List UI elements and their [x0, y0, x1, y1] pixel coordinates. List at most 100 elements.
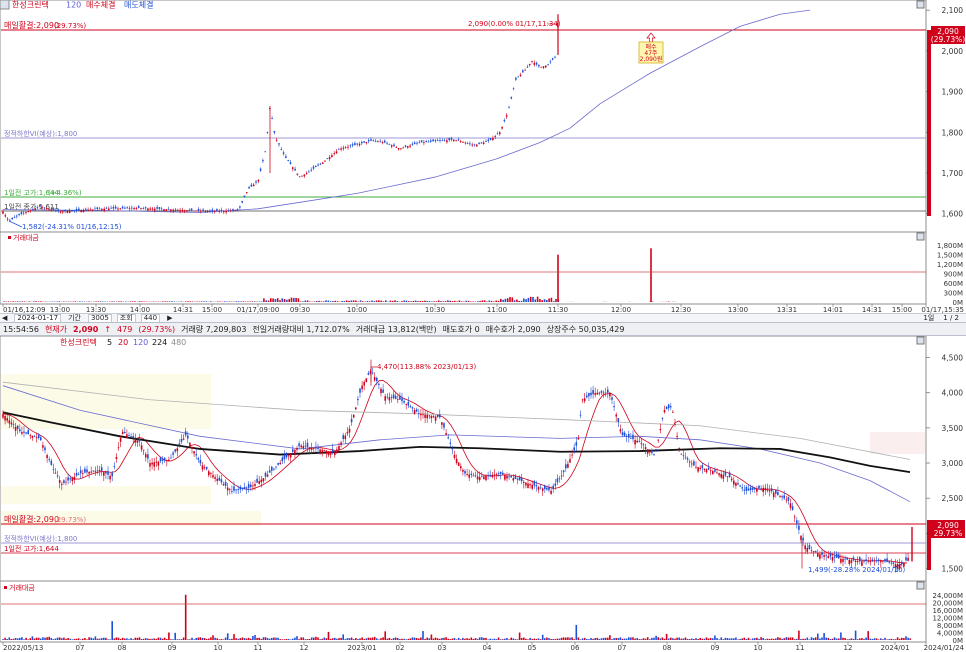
daily-volume-bar: [686, 638, 689, 640]
daily-volume-bar: [747, 637, 750, 640]
intraday-candle: [114, 206, 117, 209]
daily-candle: [226, 487, 229, 491]
daily-volume-bar: [907, 637, 909, 640]
daily-volume-bar: [447, 638, 449, 640]
daily-candle: [317, 447, 319, 449]
daily-volume-bar: [491, 639, 494, 640]
quote-time: 15:54:56: [3, 324, 39, 334]
panel-maximize-icon[interactable]: [916, 0, 925, 9]
daily-volume-bar: [814, 637, 817, 640]
daily-candle: [306, 442, 309, 447]
daily-candle: [733, 480, 735, 485]
daily-candle: [884, 559, 886, 562]
daily-volume-bar: [842, 637, 844, 640]
intraday-candle: [229, 210, 232, 212]
daily-candle: [823, 555, 825, 557]
intraday-candle: [347, 146, 349, 148]
daily-candle: [359, 388, 361, 393]
daily-volume-bar: [468, 638, 470, 640]
daily-volume-bar: [212, 635, 214, 640]
daily-volume-bar: [840, 632, 842, 640]
daily-volume-bar: [636, 637, 638, 640]
daily-candle: [525, 482, 527, 486]
daily-candle: [754, 487, 756, 490]
daily-candle: [10, 422, 13, 425]
daily-volume-bar: [474, 638, 477, 640]
daily-candle: [695, 466, 697, 468]
daily-candle: [94, 470, 97, 472]
daily-candle: [714, 469, 716, 472]
daily-candle: [134, 439, 137, 443]
daily-volume-bar: [609, 635, 611, 640]
daily-volume-bar: [27, 639, 29, 640]
daily-volume-bar: [296, 636, 298, 640]
daily-candle: [594, 393, 596, 395]
daily-candle: [90, 471, 92, 473]
volume-panel-maximize-icon[interactable]: [916, 232, 925, 241]
daily-volume-bar: [785, 637, 788, 640]
intraday-candle: [434, 140, 437, 142]
daily-volume-bar: [600, 638, 603, 640]
intraday-volume-bar: [516, 299, 518, 302]
intraday-volume-bar: [79, 301, 81, 302]
daily-volume-bar: [554, 639, 557, 640]
daily-volume-bar: [544, 638, 546, 640]
daily-chart[interactable]: 한성크린텍 5 20 120 224 480 매일활결:2,090 (29.73…: [0, 336, 966, 652]
daily-time-label: 07: [618, 644, 627, 652]
daily-candle: [873, 560, 876, 562]
daily-volume-bar: [565, 637, 567, 640]
daily-volume-bar: [903, 638, 905, 640]
daily-candle: [216, 478, 218, 481]
intraday-time-label: 13:00: [728, 306, 748, 313]
daily-panel-maximize-icon[interactable]: [916, 336, 925, 345]
daily-volume-bar: [898, 638, 901, 640]
daily-candle: [791, 506, 794, 510]
intraday-volume-bar: [343, 300, 346, 302]
daily-volume-bar: [94, 636, 97, 640]
daily-candle: [65, 481, 67, 483]
intraday-candle: [96, 207, 99, 210]
daily-volume-bar: [407, 638, 410, 640]
intraday-chart[interactable]: 한성크린텍 120 매수체결 매도체결 매일활결:2,090 (29.73%) …: [0, 0, 966, 313]
intraday-volume-spike: [650, 248, 652, 302]
intraday-candle: [480, 142, 483, 144]
intraday-volume-bar: [391, 300, 394, 302]
intraday-candle: [317, 164, 319, 166]
intraday-volume-bar: [444, 301, 447, 302]
daily-volume-bar: [250, 638, 252, 640]
daily-volume-bar: [82, 638, 84, 640]
daily-limit-up-label: 매일활결:2,090: [4, 514, 59, 524]
panel-menu-icon[interactable]: [0, 0, 10, 10]
bid-info: 매수호가 2,090: [485, 324, 541, 334]
intraday-volume-bar: [509, 297, 511, 302]
daily-candle: [52, 468, 55, 470]
daily-volume-bar: [806, 637, 809, 640]
intraday-candle: [167, 208, 170, 210]
daily-volume-bar: [273, 637, 275, 640]
intraday-candle: [308, 171, 310, 173]
daily-candle: [302, 446, 305, 448]
daily-candle: [361, 385, 363, 390]
daily-candle: [768, 490, 771, 492]
daily-volume-bar: [260, 638, 263, 640]
daily-candle: [575, 442, 578, 446]
scroll-left-icon[interactable]: ◀: [0, 315, 9, 322]
period-unit[interactable]: 1일: [921, 315, 936, 322]
daily-candle: [451, 448, 454, 450]
daily-candle: [12, 424, 15, 426]
intraday-candle: [149, 208, 151, 210]
daily-candle: [29, 435, 32, 436]
daily-volume-bar: [733, 638, 735, 640]
daily-time-label: 2023/01: [347, 644, 376, 652]
intraday-candle: [446, 140, 448, 143]
daily-volume-maximize-icon[interactable]: [916, 581, 925, 590]
daily-volume-bar: [745, 638, 748, 640]
pager[interactable]: 1 / 2: [941, 315, 961, 322]
daily-candle: [590, 392, 592, 396]
intraday-candle: [420, 140, 423, 143]
intraday-volume-bar: [513, 300, 516, 302]
daily-candle: [386, 396, 389, 398]
intraday-candle: [496, 133, 499, 135]
scroll-right-icon[interactable]: ▶: [165, 315, 174, 322]
daily-candle: [644, 447, 647, 449]
